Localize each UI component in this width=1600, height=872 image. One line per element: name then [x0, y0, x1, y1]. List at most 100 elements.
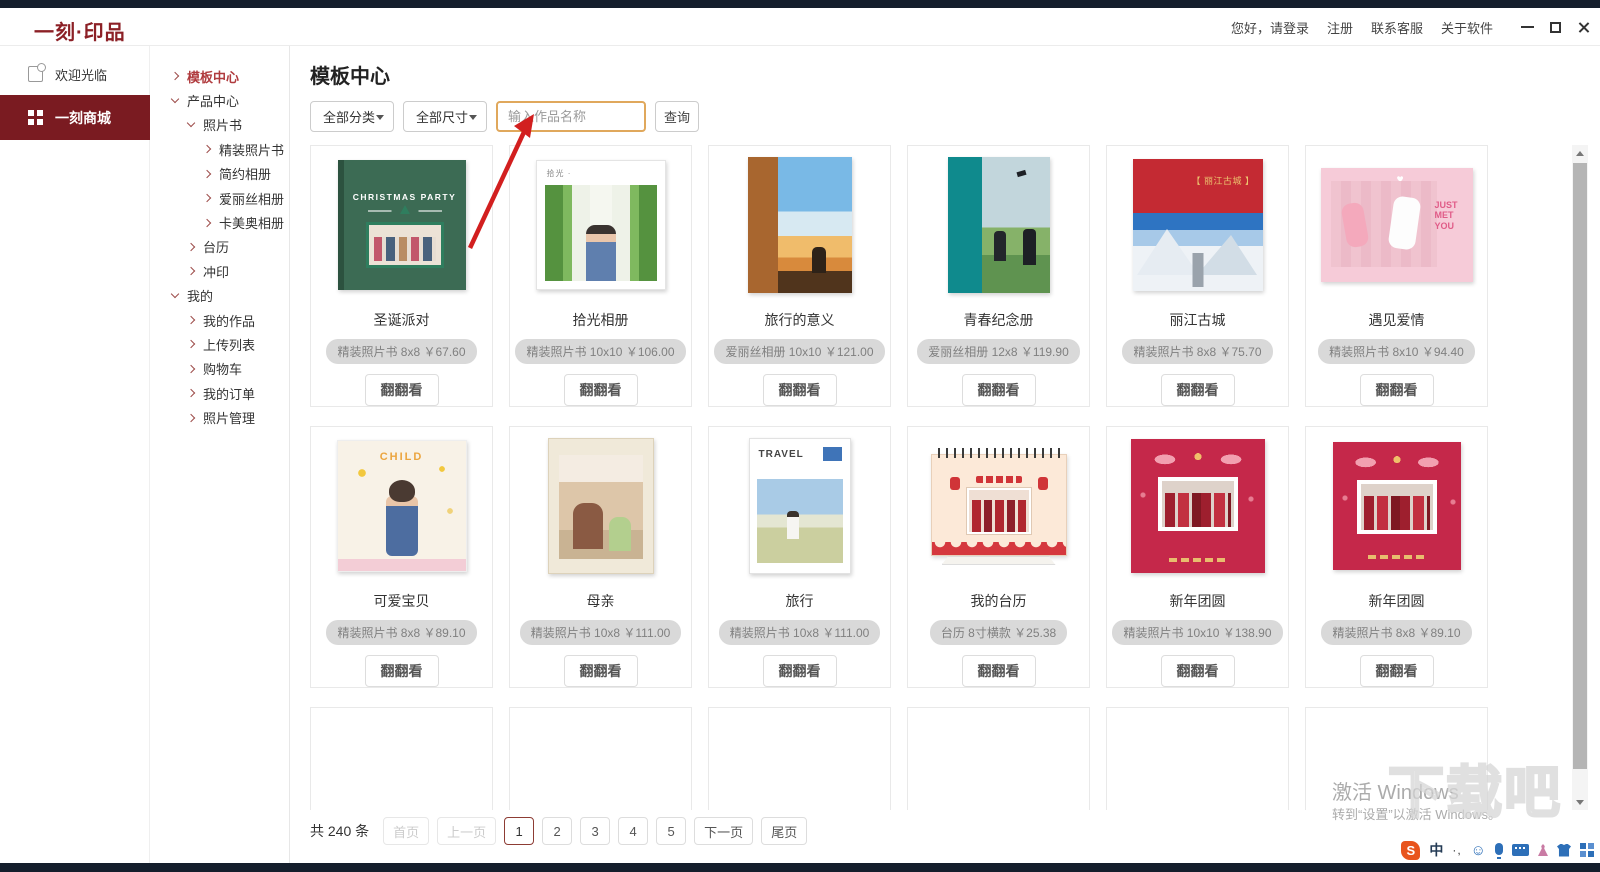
product-cover[interactable]: 【 丽江古城 】	[1107, 146, 1288, 304]
sidebar-item-welcome[interactable]: 欢迎光临	[0, 56, 150, 92]
ime-language-indicator[interactable]: 中	[1429, 840, 1443, 860]
tree-item-product-center[interactable]: 产品中心	[150, 88, 289, 112]
scroll-up-arrow-icon[interactable]	[1572, 145, 1588, 161]
product-spec-badge: 台历 8寸横款 ￥25.38	[929, 620, 1068, 645]
cover-figure	[380, 480, 424, 556]
tree-item-print[interactable]: 冲印	[150, 259, 289, 283]
scrollbar-thumb[interactable]	[1573, 163, 1587, 769]
product-cover[interactable]	[908, 146, 1089, 304]
product-cover[interactable]	[908, 427, 1089, 585]
product-card: 母亲 精装照片书 10x8 ￥111.00 翻翻看	[509, 426, 692, 688]
register-link[interactable]: 注册	[1327, 18, 1353, 37]
prev-page-button[interactable]: 上一页	[437, 817, 497, 845]
flip-view-button[interactable]: 翻翻看	[1160, 655, 1235, 687]
header: 一刻·印品 您好，请登录 注册 联系客服 关于软件	[0, 8, 1600, 46]
page-button-3[interactable]: 3	[580, 817, 611, 845]
book-cover-travel-meaning	[747, 157, 852, 293]
product-card: JUST MET YOU 遇见爱情 精装照片书 8x10 ￥94.40 翻翻看	[1305, 145, 1488, 407]
gold-text-marks	[1168, 558, 1227, 562]
tree-item-mine[interactable]: 我的	[150, 284, 289, 308]
page-button-1[interactable]: 1	[504, 817, 535, 845]
skin-theme-icon[interactable]	[1557, 843, 1571, 857]
category-select[interactable]: 全部分类	[310, 100, 394, 132]
tree-item-alice-album[interactable]: 爱丽丝相册	[150, 186, 289, 210]
tree-item-simple-album[interactable]: 简约相册	[150, 162, 289, 186]
tree-item-my-orders[interactable]: 我的订单	[150, 381, 289, 405]
about-software-link[interactable]: 关于软件	[1441, 18, 1493, 37]
flip-view-button[interactable]: 翻翻看	[1160, 374, 1235, 406]
flip-view-button[interactable]: 翻翻看	[961, 374, 1036, 406]
product-spec-badge: 精装照片书 8x8 ￥75.70	[1122, 339, 1273, 364]
keyboard-icon[interactable]	[1512, 844, 1529, 856]
page-button-5[interactable]: 5	[656, 817, 687, 845]
tree-item-calendar[interactable]: 台历	[150, 235, 289, 259]
gold-text-marks	[1367, 555, 1426, 559]
tree-item-photo-manage[interactable]: 照片管理	[150, 405, 289, 429]
size-select[interactable]: 全部尺寸	[403, 100, 487, 132]
flip-view-button[interactable]: 翻翻看	[364, 655, 439, 687]
product-spec-badge: 精装照片书 8x8 ￥67.60	[326, 339, 477, 364]
toolbox-icon[interactable]	[1580, 843, 1594, 857]
next-page-button[interactable]: 下一页	[694, 817, 754, 845]
scroll-down-arrow-icon[interactable]	[1572, 794, 1588, 810]
product-cover[interactable]: TRAVEL	[709, 427, 890, 585]
flip-view-button[interactable]: 翻翻看	[961, 655, 1036, 687]
chevron-down-icon	[469, 114, 477, 120]
tree-item-template-center[interactable]: 模板中心	[150, 64, 289, 88]
filter-bar: 全部分类 全部尺寸 查询	[310, 100, 699, 132]
ime-punctuation-indicator[interactable]: ·,	[1452, 843, 1461, 857]
tree-item-upload-list[interactable]: 上传列表	[150, 332, 289, 356]
cover-photo	[966, 488, 1031, 534]
maximize-icon[interactable]	[1550, 21, 1561, 33]
vertical-scrollbar[interactable]	[1572, 145, 1588, 810]
last-page-button[interactable]: 尾页	[761, 817, 808, 845]
tree-item-cart[interactable]: 购物车	[150, 357, 289, 381]
flip-view-button[interactable]: 翻翻看	[762, 374, 837, 406]
calendar-body	[930, 454, 1067, 556]
emoji-panel-icon[interactable]: ☺	[1471, 843, 1486, 858]
flip-view-button[interactable]: 翻翻看	[762, 655, 837, 687]
cover-photo	[544, 185, 657, 281]
handwriting-icon[interactable]	[1538, 844, 1548, 856]
tree-item-cameo-album[interactable]: 卡美奥相册	[150, 210, 289, 234]
chevron-right-icon	[186, 389, 196, 398]
sidebar-item-mall[interactable]: 一刻商城	[0, 95, 150, 140]
product-spec-badge: 精装照片书 10x8 ￥111.00	[718, 620, 881, 645]
flip-view-button[interactable]: 翻翻看	[563, 374, 638, 406]
fish-decoration	[1138, 444, 1257, 472]
product-cover[interactable]: JUST MET YOU	[1306, 146, 1487, 304]
product-cover[interactable]: CHILD	[311, 427, 492, 585]
close-icon[interactable]	[1577, 21, 1590, 34]
flip-view-button[interactable]: 翻翻看	[563, 655, 638, 687]
product-card: 新年团圆 精装照片书 8x8 ￥89.10 翻翻看	[1305, 426, 1488, 688]
product-cover[interactable]	[510, 427, 691, 585]
minimize-icon[interactable]	[1521, 26, 1534, 28]
page-button-4[interactable]: 4	[618, 817, 649, 845]
product-cover[interactable]	[1107, 427, 1288, 585]
product-cover[interactable]	[1306, 427, 1487, 585]
christmas-tree-icon	[367, 210, 442, 212]
cover-badge-block	[822, 447, 842, 461]
contact-support-link[interactable]: 联系客服	[1371, 18, 1423, 37]
chevron-right-icon	[202, 193, 212, 203]
cover-photo	[1132, 213, 1263, 291]
tree-item-photobook[interactable]: 照片书	[150, 113, 289, 137]
sidebar: 欢迎光临 一刻商城	[0, 46, 150, 863]
sogou-input-icon[interactable]: S	[1401, 840, 1421, 860]
search-button[interactable]: 查询	[655, 100, 699, 132]
product-cover[interactable]: 拾光 ·	[510, 146, 691, 304]
first-page-button[interactable]: 首页	[383, 817, 430, 845]
microphone-icon[interactable]	[1495, 843, 1503, 859]
tree-item-hardcover-photobook[interactable]: 精装照片书	[150, 137, 289, 161]
flip-view-button[interactable]: 翻翻看	[1359, 374, 1434, 406]
activate-windows-text: 激活 Windows	[1332, 782, 1459, 804]
login-link[interactable]: 您好，请登录	[1231, 18, 1309, 37]
book-cover-mother	[547, 438, 654, 574]
page-button-2[interactable]: 2	[542, 817, 573, 845]
search-input[interactable]	[496, 100, 646, 132]
tree-item-my-works[interactable]: 我的作品	[150, 308, 289, 332]
product-cover[interactable]	[709, 146, 890, 304]
flip-view-button[interactable]: 翻翻看	[364, 374, 439, 406]
flip-view-button[interactable]: 翻翻看	[1359, 655, 1434, 687]
product-cover[interactable]: CHRISTMAS PARTY	[311, 146, 492, 304]
